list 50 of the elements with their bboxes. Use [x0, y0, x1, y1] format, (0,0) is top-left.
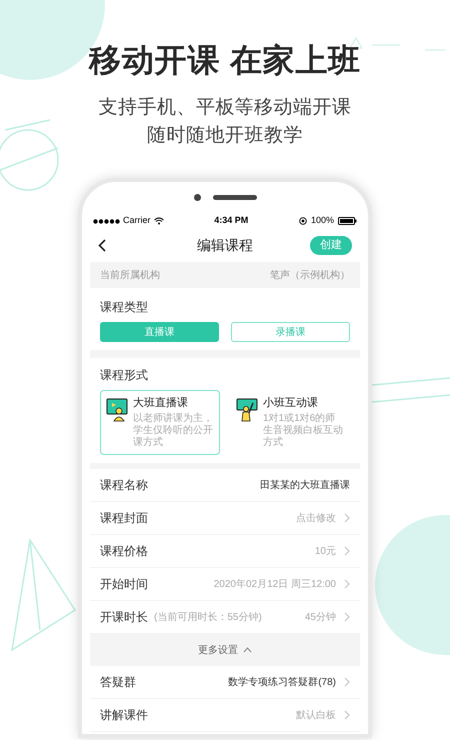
- more-settings-bar[interactable]: 更多设置: [90, 634, 360, 666]
- row-value: 10元: [314, 544, 336, 558]
- row-label: 课程价格: [100, 543, 148, 560]
- card-title: 大班直播课: [133, 396, 189, 411]
- nav-title: 编辑课程: [197, 236, 253, 254]
- subtitle-line: 随时随地开班教学: [147, 124, 303, 148]
- row-label: 课程封面: [100, 510, 148, 527]
- row-label: 开始时间: [100, 576, 148, 593]
- geometry-doodle: [0, 119, 59, 191]
- more-settings-label: 更多设置: [198, 644, 238, 658]
- row-value: 默认白板: [296, 708, 336, 722]
- card-description: 以老师讲课为主，学生仅聆听的公开课方式: [133, 413, 214, 449]
- row-value: 45分钟: [304, 610, 336, 624]
- institution-label: 当前所属机构: [100, 268, 160, 282]
- teacher-board-icon: [106, 398, 128, 422]
- card-description: 1对1或1对6的师生音视频白板互动方式: [263, 413, 344, 449]
- row-label: 课程名称: [100, 477, 148, 494]
- row-label: 讲解课件: [100, 707, 148, 724]
- card-title: 小班互动课: [263, 396, 319, 411]
- form-row[interactable]: 开始时间 2020年02月12日 周三12:00: [90, 568, 360, 601]
- camera-icon: [194, 194, 200, 200]
- location-icon: [298, 217, 307, 225]
- row-value: 田某某的大班直播课: [260, 478, 350, 492]
- row-label: 答疑群: [100, 674, 136, 691]
- form-row[interactable]: 讲解课件 默认白板: [90, 699, 360, 732]
- form-row[interactable]: 答疑群 数学专项练习答疑群(78): [90, 666, 360, 699]
- row-note: (当前可用时长：55分钟): [154, 610, 262, 624]
- course-format-card[interactable]: 大班直播课 以老师讲课为主，学生仅聆听的公开课方式: [100, 390, 220, 455]
- form-row[interactable]: 课程价格 10元: [90, 535, 360, 568]
- speaker-icon: [212, 194, 256, 200]
- row-value: 2020年02月12日 周三12:00: [214, 578, 336, 592]
- back-icon[interactable]: [98, 239, 106, 252]
- headline: 移动开课 在家上班: [88, 41, 362, 80]
- battery-icon: [338, 217, 357, 225]
- section-title: 课程类型: [100, 299, 149, 316]
- form-row[interactable]: 课程封面 点击修改: [90, 502, 360, 535]
- section-title: 课程形式: [100, 367, 149, 384]
- battery-percent: 100%: [310, 214, 334, 228]
- row-label: 开课时长: [100, 609, 148, 626]
- institution-value: 笔声（示例机构）: [270, 268, 350, 282]
- form-row[interactable]: 课程名称 田某某的大班直播课: [90, 469, 360, 502]
- teacher-board-icon: [236, 398, 258, 422]
- row-value: 点击修改: [296, 512, 336, 526]
- wifi-icon: [154, 217, 164, 225]
- signal-icon: [93, 218, 120, 224]
- carrier-label: Carrier: [123, 214, 151, 228]
- row-value: 数学专项练习答疑群(78): [228, 676, 336, 690]
- course-format-card[interactable]: 小班互动课 1对1或1对6的师生音视频白板互动方式: [230, 390, 350, 455]
- status-time: 4:34 PM: [214, 214, 248, 228]
- subtitle-line: 支持手机、平板等移动端开课: [98, 96, 352, 120]
